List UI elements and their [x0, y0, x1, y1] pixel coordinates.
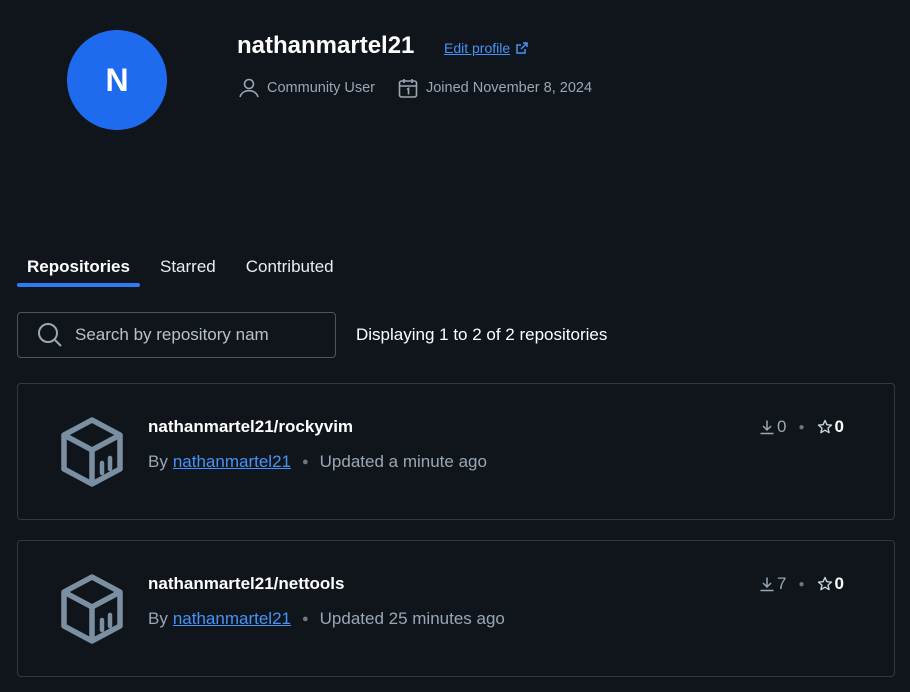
by-label: By [148, 609, 168, 628]
repo-card[interactable]: nathanmartel21/rockyvim By nathanmartel2… [17, 383, 895, 520]
repository-box-icon [61, 574, 123, 644]
joined-text: Joined November 8, 2024 [425, 80, 593, 96]
download-icon [760, 577, 774, 592]
avatar-letter: N [105, 61, 129, 98]
search-box [17, 312, 336, 358]
edit-profile-link[interactable]: Edit profile [444, 40, 529, 56]
star-icon [817, 576, 832, 591]
avatar: N [67, 30, 167, 130]
by-label: By [148, 452, 168, 471]
repo-meta: By nathanmartel21 ● Updated a minute ago [148, 452, 487, 472]
downloads-count: 7 [777, 574, 787, 593]
repo-name[interactable]: nathanmartel21/rockyvim [148, 417, 353, 437]
profile-page: N nathanmartel21 Edit profile Community … [0, 0, 910, 692]
search-input[interactable] [75, 325, 315, 345]
calendar-icon [398, 79, 418, 98]
tab-repositories[interactable]: Repositories [17, 254, 140, 287]
repo-owner-link[interactable]: nathanmartel21 [173, 609, 291, 629]
repo-card[interactable]: nathanmartel21/nettools By nathanmartel2… [17, 540, 895, 677]
downloads-count: 0 [777, 417, 787, 436]
stars-stat: 0 [817, 574, 844, 594]
profile-tabs: Repositories Starred Contributed [17, 254, 344, 287]
downloads-stat: 7 [759, 574, 786, 594]
repo-stats: 7 ● 0 [759, 574, 844, 594]
user-icon [239, 78, 259, 98]
search-icon [38, 323, 62, 347]
joined-item: Joined November 8, 2024 [396, 76, 592, 100]
separator-dot: ● [798, 578, 805, 590]
repo-updated: Updated 25 minutes ago [319, 609, 505, 628]
edit-profile-label: Edit profile [444, 40, 511, 56]
profile-meta: Community User Joined November 8, 2024 [237, 76, 592, 100]
separator-dot: ● [301, 456, 309, 468]
display-count: Displaying 1 to 2 of 2 repositories [356, 325, 608, 344]
repo-updated: Updated a minute ago [319, 452, 487, 471]
repo-owner-link[interactable]: nathanmartel21 [173, 452, 291, 472]
role-text: Community User [267, 80, 375, 96]
tab-starred[interactable]: Starred [150, 254, 226, 287]
star-icon [817, 419, 832, 434]
tab-contributed[interactable]: Contributed [236, 254, 344, 287]
repo-meta: By nathanmartel21 ● Updated 25 minutes a… [148, 609, 505, 629]
stars-stat: 0 [817, 417, 844, 437]
separator-dot: ● [798, 421, 805, 433]
stars-count: 0 [834, 417, 844, 436]
downloads-stat: 0 [759, 417, 786, 437]
repository-box-icon [61, 417, 123, 487]
stars-count: 0 [834, 574, 844, 593]
role-item: Community User [237, 76, 375, 100]
separator-dot: ● [301, 613, 309, 625]
repo-stats: 0 ● 0 [759, 417, 844, 437]
download-icon [760, 420, 774, 435]
username: nathanmartel21 [237, 32, 415, 59]
external-link-icon [516, 42, 528, 54]
repo-name[interactable]: nathanmartel21/nettools [148, 574, 345, 594]
